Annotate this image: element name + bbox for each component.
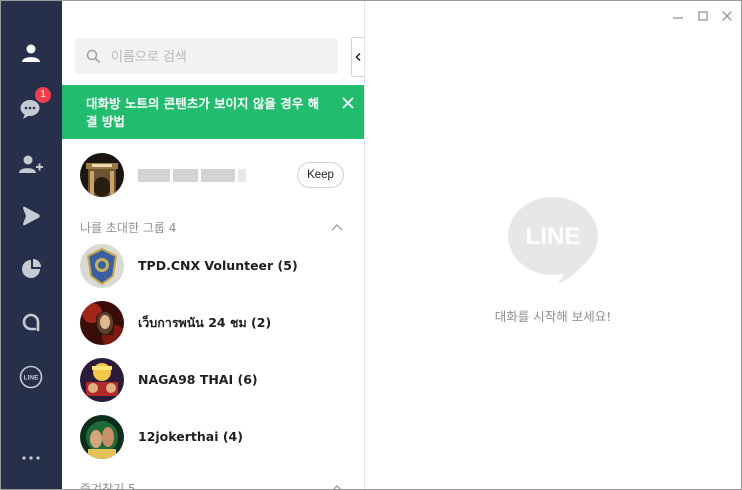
more-icon (22, 456, 40, 460)
person-add-icon (19, 155, 43, 173)
left-navigation-rail: 1 LINE (1, 1, 62, 489)
search-box (75, 38, 338, 76)
minimize-button[interactable] (671, 9, 685, 23)
friends-nav-button[interactable] (11, 33, 51, 73)
friends-list-panel: 대화방 노트의 콘텐츠가 보이지 않을 경우 해결 방법 (62, 1, 365, 489)
group-name: 12jokerthai (4) (138, 429, 243, 444)
my-profile-row[interactable]: Keep (62, 149, 364, 201)
more-nav-button[interactable] (11, 438, 51, 478)
line-logo: LINE (508, 197, 598, 284)
group-avatar (80, 244, 124, 288)
group-row[interactable]: เว็บการพนัน 24 ชม (2) (62, 297, 364, 349)
group-name: TPD.CNX Volunteer (5) (138, 258, 298, 273)
chat-pane: LINE 대화를 시작해 보세요! (365, 1, 741, 489)
search-icon (86, 49, 100, 63)
my-profile-avatar (80, 153, 124, 197)
minimize-icon (673, 17, 683, 19)
close-icon[interactable] (340, 95, 356, 111)
favorites-header: 즐겨찾기 5 (80, 482, 136, 489)
at-nav-button[interactable] (11, 303, 51, 343)
group-name: เว็บการพนัน 24 ชม (2) (138, 315, 272, 330)
blurred-profile-name (138, 169, 246, 182)
line-window: 1 LINE 이름으로 검색 대화방 노트의 콘텐츠가 보이지 않을 경우 해결… (0, 0, 742, 490)
maximize-icon (698, 11, 708, 21)
group-row[interactable]: 12jokerthai (4) (62, 411, 364, 463)
close-window-button[interactable] (720, 9, 734, 23)
group-row[interactable]: NAGA98 THAI (6) (62, 354, 364, 406)
search-input[interactable] (109, 38, 333, 76)
line-circle-label: LINE (24, 375, 39, 382)
close-icon (721, 10, 733, 22)
unread-badge: 1 (35, 87, 51, 103)
line-circle-icon: LINE (19, 365, 43, 389)
notice-banner-text: 대화방 노트의 콘텐츠가 보이지 않을 경우 해결 방법 (86, 96, 320, 129)
play-icon (23, 206, 40, 226)
group-invites-header: 나를 초대한 그룹 4 (80, 221, 177, 235)
group-avatar (80, 301, 124, 345)
pie-icon (22, 259, 41, 278)
person-icon (22, 44, 40, 62)
group-avatar (80, 358, 124, 402)
chevron-up-icon[interactable] (330, 221, 344, 235)
empty-chat-message: 대화를 시작해 보세요! (494, 309, 612, 324)
maximize-button[interactable] (696, 9, 710, 23)
notice-banner[interactable]: 대화방 노트의 콘텐츠가 보이지 않을 경우 해결 방법 (62, 85, 364, 139)
chats-nav-button[interactable]: 1 (11, 87, 51, 129)
collapse-panel-button[interactable] (351, 37, 364, 77)
line-logo-text: LINE (526, 223, 581, 250)
group-row[interactable]: TPD.CNX Volunteer (5) (62, 240, 364, 292)
group-avatar (80, 415, 124, 459)
timeline-nav-button[interactable] (11, 196, 51, 236)
add-friends-nav-button[interactable] (11, 144, 51, 184)
chevron-left-icon (355, 53, 361, 61)
line-nav-button[interactable]: LINE (11, 357, 51, 397)
at-icon (22, 313, 40, 332)
chevron-up-icon[interactable] (330, 482, 344, 489)
keep-button[interactable]: Keep (297, 162, 344, 188)
today-nav-button[interactable] (11, 249, 51, 289)
group-name: NAGA98 THAI (6) (138, 372, 258, 387)
